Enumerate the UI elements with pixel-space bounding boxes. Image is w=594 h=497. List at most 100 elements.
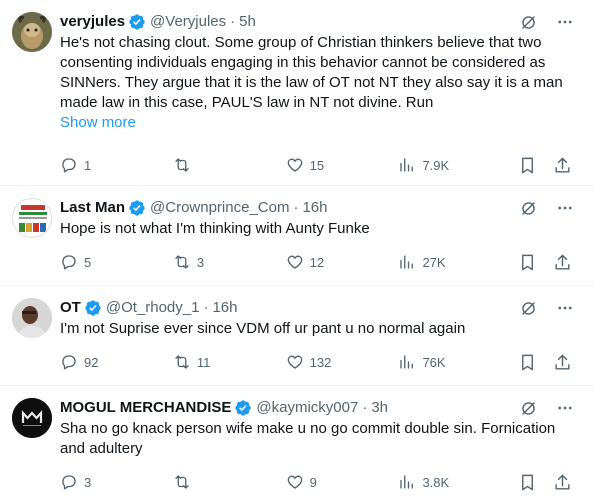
like-count: 132 <box>309 354 332 370</box>
user-handle[interactable]: @Veryjules <box>150 12 226 32</box>
grok-icon[interactable] <box>519 13 538 32</box>
display-name[interactable]: OT <box>60 298 81 318</box>
more-options-icon[interactable] <box>556 13 574 31</box>
retweet-icon <box>175 255 189 269</box>
share-icon[interactable] <box>553 353 572 372</box>
share-icon[interactable] <box>553 473 572 492</box>
avatar[interactable] <box>12 12 52 52</box>
grok-icon[interactable] <box>519 299 538 318</box>
show-more-link[interactable]: Show more <box>60 113 136 133</box>
bookmark-icon[interactable] <box>518 253 537 272</box>
reply-icon <box>62 158 76 173</box>
tweet-text: I'm not Suprise ever since VDM off ur pa… <box>60 320 466 337</box>
reply-count: 1 <box>84 157 92 173</box>
retweet-count: 11 <box>196 354 211 370</box>
reply-count: 5 <box>84 254 92 270</box>
timestamp[interactable]: 16h <box>212 298 237 318</box>
reply-button[interactable]: 92 <box>60 353 173 371</box>
user-handle[interactable]: @kaymicky007 <box>256 398 358 418</box>
reply-button[interactable]: 3 <box>60 473 173 491</box>
heart-icon <box>287 475 302 489</box>
views-chart-icon <box>400 475 414 489</box>
tweet-actions: 3 9 3.8K <box>60 460 578 497</box>
reply-count: 92 <box>84 354 99 370</box>
view-count: 3.8K <box>422 474 450 490</box>
display-name[interactable]: veryjules <box>60 12 125 32</box>
grok-icon[interactable] <box>519 199 538 218</box>
retweet-button[interactable] <box>173 156 286 174</box>
tweet[interactable]: OT @Ot_rhody_1 · 16h I'm not Suprise eve… <box>0 286 594 386</box>
tweet-header: MOGUL MERCHANDISE @kaymicky007 · 3h <box>60 398 578 418</box>
avatar[interactable] <box>12 298 52 338</box>
retweet-icon <box>175 355 189 369</box>
reply-list: veryjules @Veryjules · 5h He's not chasi… <box>0 0 594 497</box>
timestamp[interactable]: 5h <box>239 12 256 32</box>
views-button[interactable]: 3.8K <box>398 473 518 491</box>
tweet-text: Sha no go knack person wife make u no go… <box>60 420 560 457</box>
retweet-icon <box>175 158 189 172</box>
verified-badge-icon <box>128 199 146 217</box>
tweet-actions: 92 11 132 76K <box>60 340 578 384</box>
avatar[interactable] <box>12 198 52 238</box>
heart-icon <box>287 355 302 369</box>
display-name[interactable]: MOGUL MERCHANDISE <box>60 398 231 418</box>
reply-icon <box>62 475 76 490</box>
more-options-icon[interactable] <box>556 299 574 317</box>
view-count: 7.9K <box>422 157 450 173</box>
views-button[interactable]: 76K <box>398 353 518 371</box>
tweet-header: OT @Ot_rhody_1 · 16h <box>60 298 578 318</box>
tweet[interactable]: MOGUL MERCHANDISE @kaymicky007 · 3h Sha … <box>0 386 594 497</box>
grok-icon[interactable] <box>519 399 538 418</box>
reply-icon <box>62 255 76 270</box>
tweet[interactable]: veryjules @Veryjules · 5h He's not chasi… <box>0 0 594 186</box>
user-handle[interactable]: @Crownprince_Com <box>150 198 289 218</box>
like-count: 15 <box>309 157 325 173</box>
views-button[interactable]: 7.9K <box>398 156 518 174</box>
more-options-icon[interactable] <box>556 399 574 417</box>
heart-icon <box>287 255 302 269</box>
views-chart-icon <box>400 158 414 172</box>
reply-icon <box>62 355 76 370</box>
bookmark-icon[interactable] <box>518 473 537 492</box>
retweet-button[interactable]: 3 <box>173 253 286 271</box>
tweet-actions: 1 15 7.9K <box>60 143 578 187</box>
like-button[interactable]: 132 <box>286 353 399 371</box>
tweet-text: Hope is not what I'm thinking with Aunty… <box>60 220 370 237</box>
goat-avatar-icon <box>12 12 52 52</box>
like-button[interactable]: 12 <box>286 253 399 271</box>
timestamp[interactable]: 16h <box>302 198 327 218</box>
tweet-text: He's not chasing clout. Some group of Ch… <box>60 34 567 111</box>
display-name[interactable]: Last Man <box>60 198 125 218</box>
tweet-header: Last Man @Crownprince_Com · 16h <box>60 198 578 218</box>
tweet-actions: 5 3 12 27K <box>60 240 578 284</box>
mogul-logo-avatar-icon <box>12 398 52 438</box>
retweet-button[interactable] <box>173 473 286 491</box>
views-chart-icon <box>400 355 414 369</box>
share-icon[interactable] <box>553 156 572 175</box>
tweet-header: veryjules @Veryjules · 5h <box>60 12 578 32</box>
bookmark-icon[interactable] <box>518 156 537 175</box>
verified-badge-icon <box>234 399 252 417</box>
person-avatar-icon <box>12 298 52 338</box>
views-chart-icon <box>400 255 414 269</box>
like-count: 9 <box>309 474 317 490</box>
bookmark-icon[interactable] <box>518 353 537 372</box>
verified-badge-icon <box>128 13 146 31</box>
reply-button[interactable]: 5 <box>60 253 173 271</box>
views-button[interactable]: 27K <box>398 253 518 271</box>
like-button[interactable]: 9 <box>286 473 399 491</box>
verified-badge-icon <box>84 299 102 317</box>
reply-count: 3 <box>84 474 92 490</box>
reply-button[interactable]: 1 <box>60 156 173 174</box>
like-count: 12 <box>309 254 325 270</box>
retweet-icon <box>175 475 189 489</box>
view-count: 76K <box>422 354 446 370</box>
share-icon[interactable] <box>553 253 572 272</box>
tweet[interactable]: Last Man @Crownprince_Com · 16h Hope is … <box>0 186 594 286</box>
more-options-icon[interactable] <box>556 199 574 217</box>
avatar[interactable] <box>12 398 52 438</box>
user-handle[interactable]: @Ot_rhody_1 <box>106 298 200 318</box>
retweet-button[interactable]: 11 <box>173 353 286 371</box>
timestamp[interactable]: 3h <box>371 398 388 418</box>
like-button[interactable]: 15 <box>286 156 399 174</box>
